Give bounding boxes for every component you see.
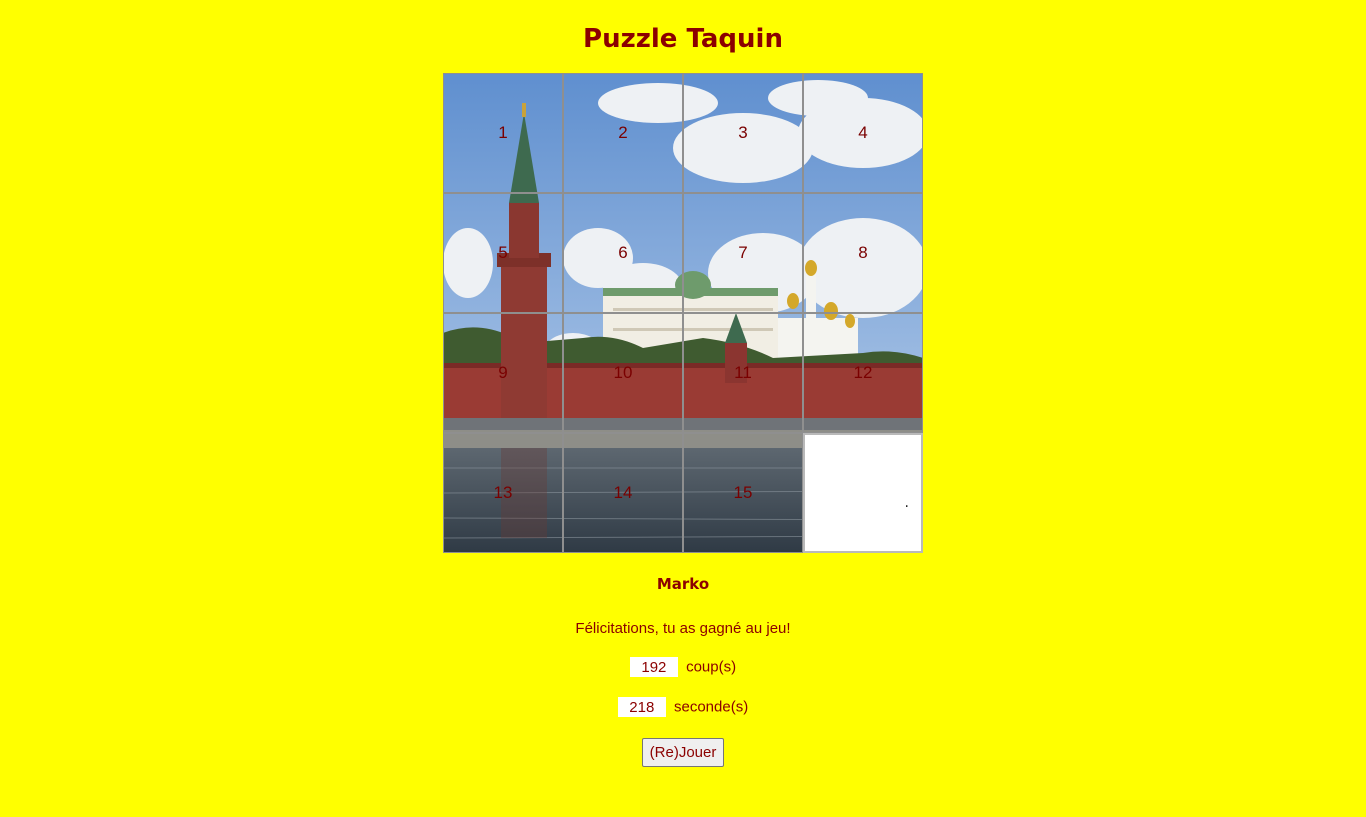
empty-tile[interactable]: .	[803, 433, 923, 553]
player-name: Marko	[656, 575, 710, 593]
tile-number: 12	[853, 363, 873, 382]
tile-number: 11	[734, 363, 752, 382]
seconds-field	[617, 697, 666, 717]
tile-number: 9	[498, 363, 508, 382]
puzzle-tile[interactable]: 12	[803, 313, 923, 433]
puzzle-tile[interactable]: 15	[683, 433, 803, 553]
puzzle-tile[interactable]: 2	[563, 73, 683, 193]
puzzle-tile[interactable]: 11	[683, 313, 803, 433]
puzzle-tile[interactable]: 7	[683, 193, 803, 313]
puzzle-tile[interactable]: 6	[563, 193, 683, 313]
tile-number: 13	[493, 483, 513, 502]
tile-number: 1	[498, 123, 508, 142]
empty-tile-marker: .	[904, 495, 909, 511]
puzzle-board: 1 2 3 4 5 6 7 8 9 10 11 12 13 14 15 .	[443, 73, 923, 553]
moves-counter: coup(s)	[0, 657, 1366, 677]
seconds-counter: seconde(s)	[0, 697, 1366, 717]
win-message: Félicitations, tu as gagné au jeu!	[575, 620, 791, 637]
tile-number: 10	[613, 363, 633, 382]
puzzle-tile[interactable]: 5	[443, 193, 563, 313]
puzzle-tile[interactable]: 14	[563, 433, 683, 553]
tile-number: 14	[613, 483, 633, 502]
moves-label: coup(s)	[686, 658, 737, 676]
tile-number: 7	[738, 243, 748, 262]
puzzle-tile[interactable]: 9	[443, 313, 563, 433]
page-title: Puzzle Taquin	[583, 24, 783, 54]
tile-number: 3	[738, 123, 748, 142]
puzzle-tile[interactable]: 8	[803, 193, 923, 313]
tile-number: 4	[858, 123, 868, 142]
puzzle-tile[interactable]: 13	[443, 433, 563, 553]
tile-number: 2	[618, 123, 628, 142]
tile-number: 15	[733, 483, 753, 502]
moves-field	[629, 657, 678, 677]
puzzle-tile[interactable]: 1	[443, 73, 563, 193]
tile-number: 5	[498, 243, 508, 262]
replay-button[interactable]: (Re)Jouer	[641, 738, 725, 767]
tile-number: 6	[618, 243, 628, 262]
puzzle-tile[interactable]: 10	[563, 313, 683, 433]
puzzle-tile[interactable]: 4	[803, 73, 923, 193]
seconds-label: seconde(s)	[673, 698, 749, 716]
tile-number: 8	[858, 243, 868, 262]
puzzle-tile[interactable]: 3	[683, 73, 803, 193]
